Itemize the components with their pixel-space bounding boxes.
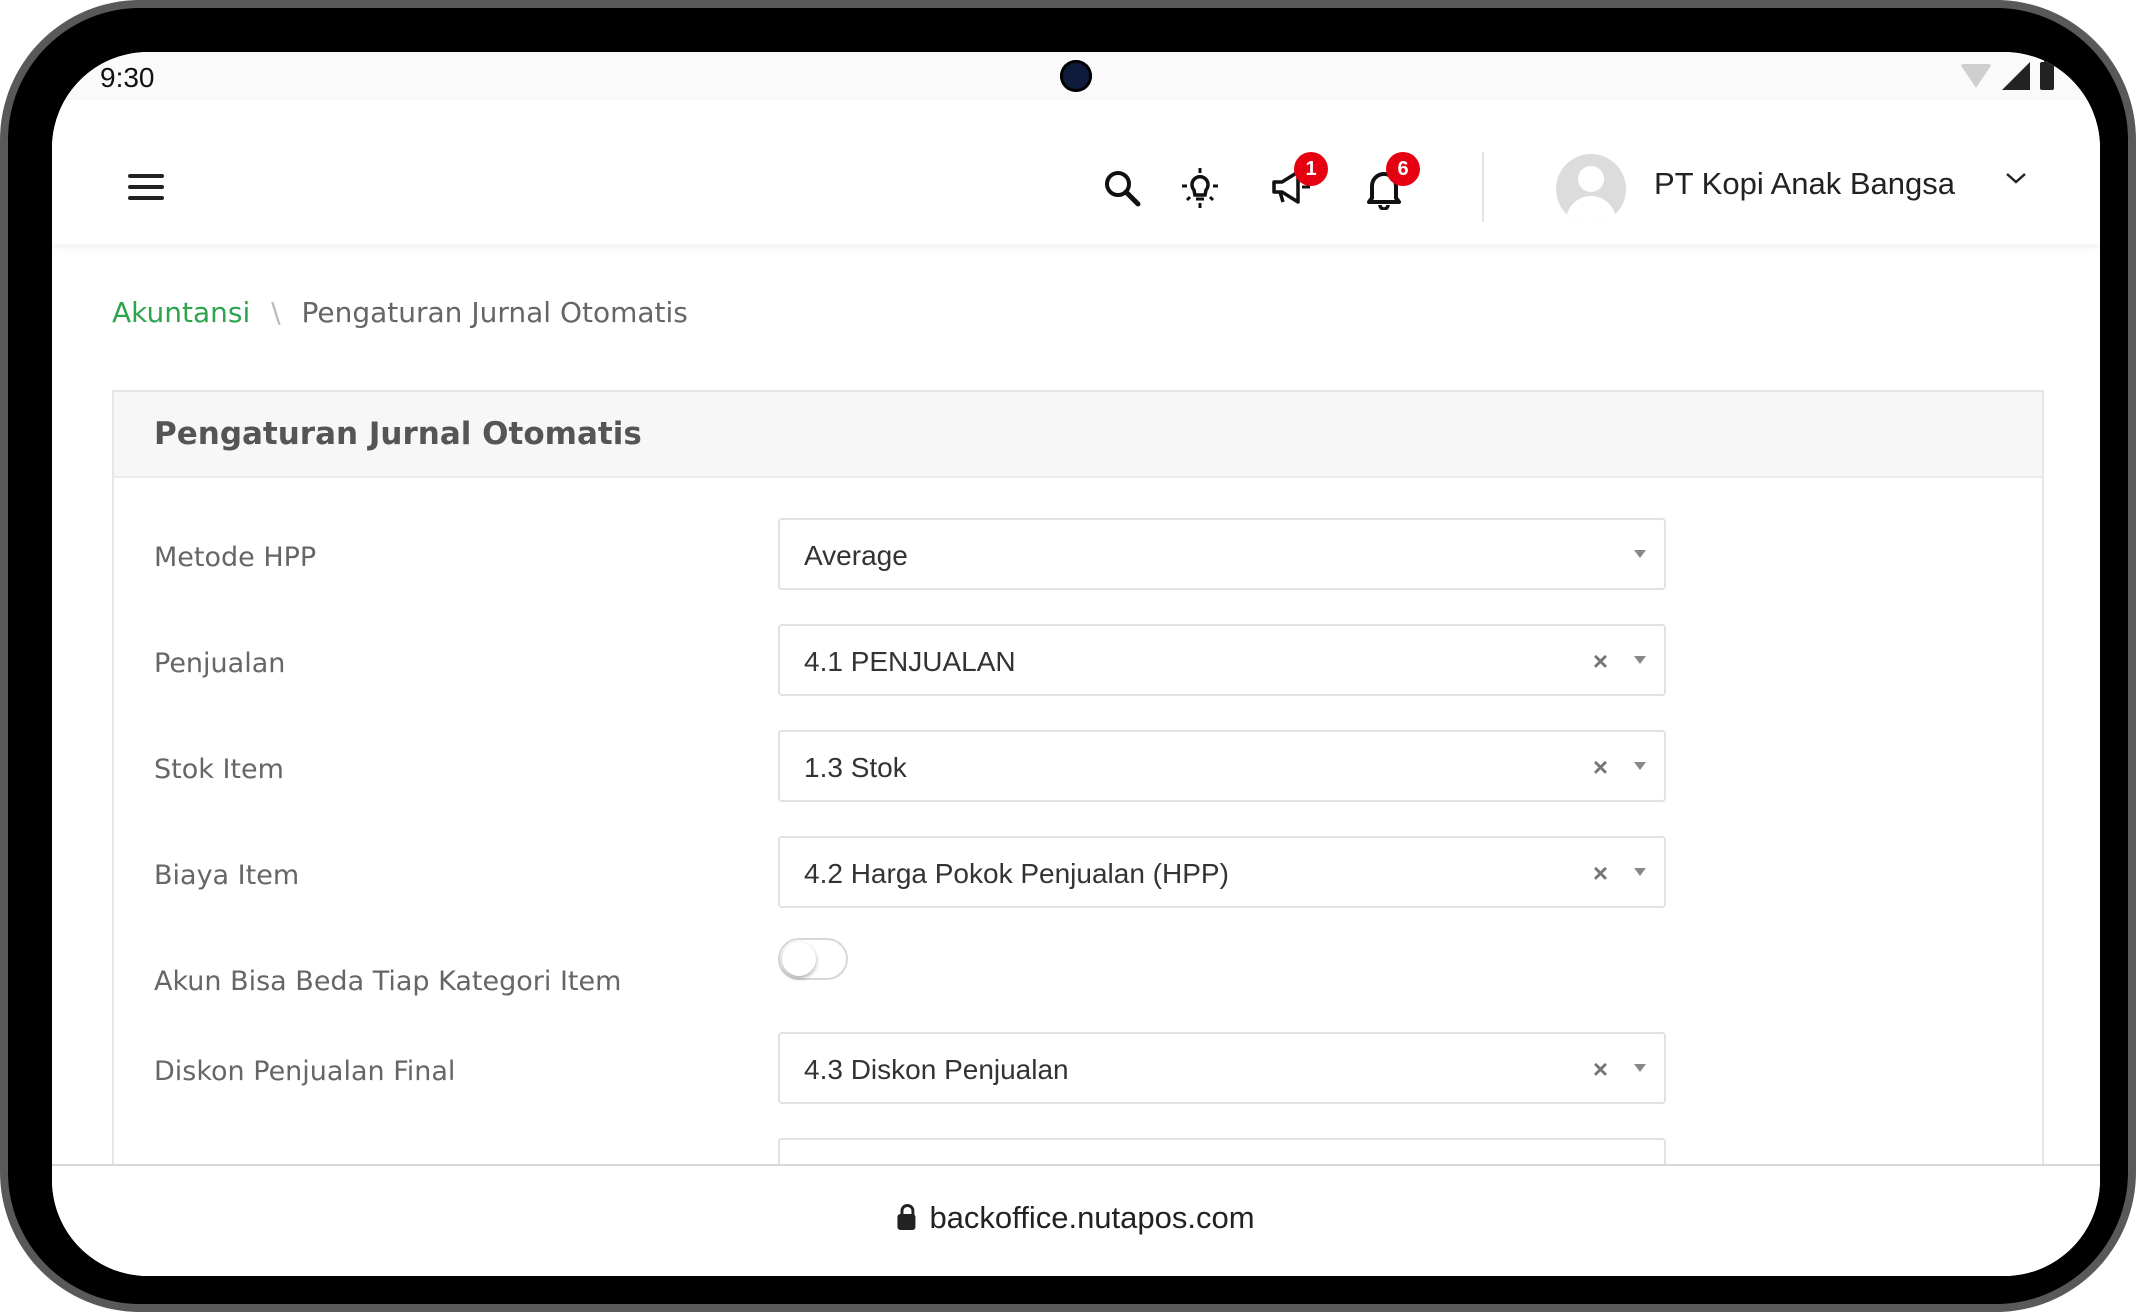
label-metode-hpp: Metode HPP (154, 542, 317, 573)
select-value: 4.3 Diskon Penjualan (804, 1054, 1069, 1085)
select-diskon-penjualan-final[interactable]: 4.3 Diskon Penjualan × (778, 1032, 1666, 1104)
label-diskon-penjualan-final: Diskon Penjualan Final (154, 1056, 456, 1087)
clear-icon[interactable]: × (1593, 1054, 1608, 1085)
select-value: 1.3 Stok (804, 752, 907, 783)
device-frame: 9:30 1 6 PT Kopi Anak Bangsa Akuntansi \… (0, 0, 2136, 1312)
megaphone-icon[interactable]: 1 (1268, 152, 1328, 212)
announcement-badge: 1 (1294, 152, 1328, 186)
breadcrumb-current: Pengaturan Jurnal Otomatis (301, 296, 688, 329)
status-icons (1960, 58, 2054, 90)
caret-down-icon (1634, 1064, 1646, 1072)
label-penjualan: Penjualan (154, 648, 286, 679)
chevron-down-icon[interactable] (2004, 170, 2028, 191)
device-bezel: 9:30 1 6 PT Kopi Anak Bangsa Akuntansi \… (8, 8, 2128, 1304)
bulb-icon[interactable] (1176, 164, 1224, 212)
notification-badge: 6 (1386, 152, 1420, 186)
signal-icon (2002, 62, 2030, 90)
screen: 9:30 1 6 PT Kopi Anak Bangsa Akuntansi \… (52, 52, 2100, 1276)
header-divider (1482, 152, 1484, 222)
select-stok-item[interactable]: 1.3 Stok × (778, 730, 1666, 802)
camera-dot (1060, 60, 1092, 92)
caret-down-icon (1634, 550, 1646, 558)
caret-down-icon (1634, 762, 1646, 770)
status-bar: 9:30 (52, 52, 2100, 100)
label-akun-beda-kategori: Akun Bisa Beda Tiap Kategori Item (154, 966, 622, 997)
settings-panel: Pengaturan Jurnal Otomatis Metode HPP Av… (112, 390, 2044, 1276)
label-biaya-item: Biaya Item (154, 860, 300, 891)
url-display[interactable]: backoffice.nutapos.com (897, 1200, 1255, 1236)
company-name[interactable]: PT Kopi Anak Bangsa (1654, 166, 1955, 202)
battery-icon (2040, 58, 2054, 90)
user-avatar-icon[interactable] (1556, 154, 1626, 224)
page-title: Pengaturan Jurnal Otomatis (154, 416, 642, 452)
select-metode-hpp[interactable]: Average (778, 518, 1666, 590)
breadcrumb-separator: \ (271, 296, 281, 329)
select-penjualan[interactable]: 4.1 PENJUALAN × (778, 624, 1666, 696)
toggle-knob (782, 942, 816, 976)
clear-icon[interactable]: × (1593, 646, 1608, 677)
toggle-akun-beda-kategori[interactable] (778, 938, 848, 980)
label-stok-item: Stok Item (154, 754, 284, 785)
lock-icon (897, 1204, 916, 1230)
status-time: 9:30 (100, 62, 155, 93)
top-header: 1 6 PT Kopi Anak Bangsa (52, 100, 2100, 244)
select-biaya-item[interactable]: 4.2 Harga Pokok Penjualan (HPP) × (778, 836, 1666, 908)
caret-down-icon (1634, 868, 1646, 876)
url-text: backoffice.nutapos.com (929, 1200, 1255, 1235)
bell-icon[interactable]: 6 (1360, 152, 1420, 212)
breadcrumb-link-akuntansi[interactable]: Akuntansi (112, 296, 250, 329)
caret-down-icon (1634, 656, 1646, 664)
select-value: 4.2 Harga Pokok Penjualan (HPP) (804, 858, 1229, 889)
wifi-icon (1960, 64, 1992, 88)
browser-address-bar: backoffice.nutapos.com (52, 1164, 2100, 1276)
panel-header: Pengaturan Jurnal Otomatis (114, 392, 2042, 478)
menu-icon[interactable] (128, 174, 164, 200)
breadcrumb: Akuntansi \ Pengaturan Jurnal Otomatis (112, 296, 688, 329)
clear-icon[interactable]: × (1593, 752, 1608, 783)
select-value: Average (804, 540, 908, 571)
search-icon[interactable] (1098, 164, 1146, 212)
select-value: 4.1 PENJUALAN (804, 646, 1016, 677)
clear-icon[interactable]: × (1593, 858, 1608, 889)
